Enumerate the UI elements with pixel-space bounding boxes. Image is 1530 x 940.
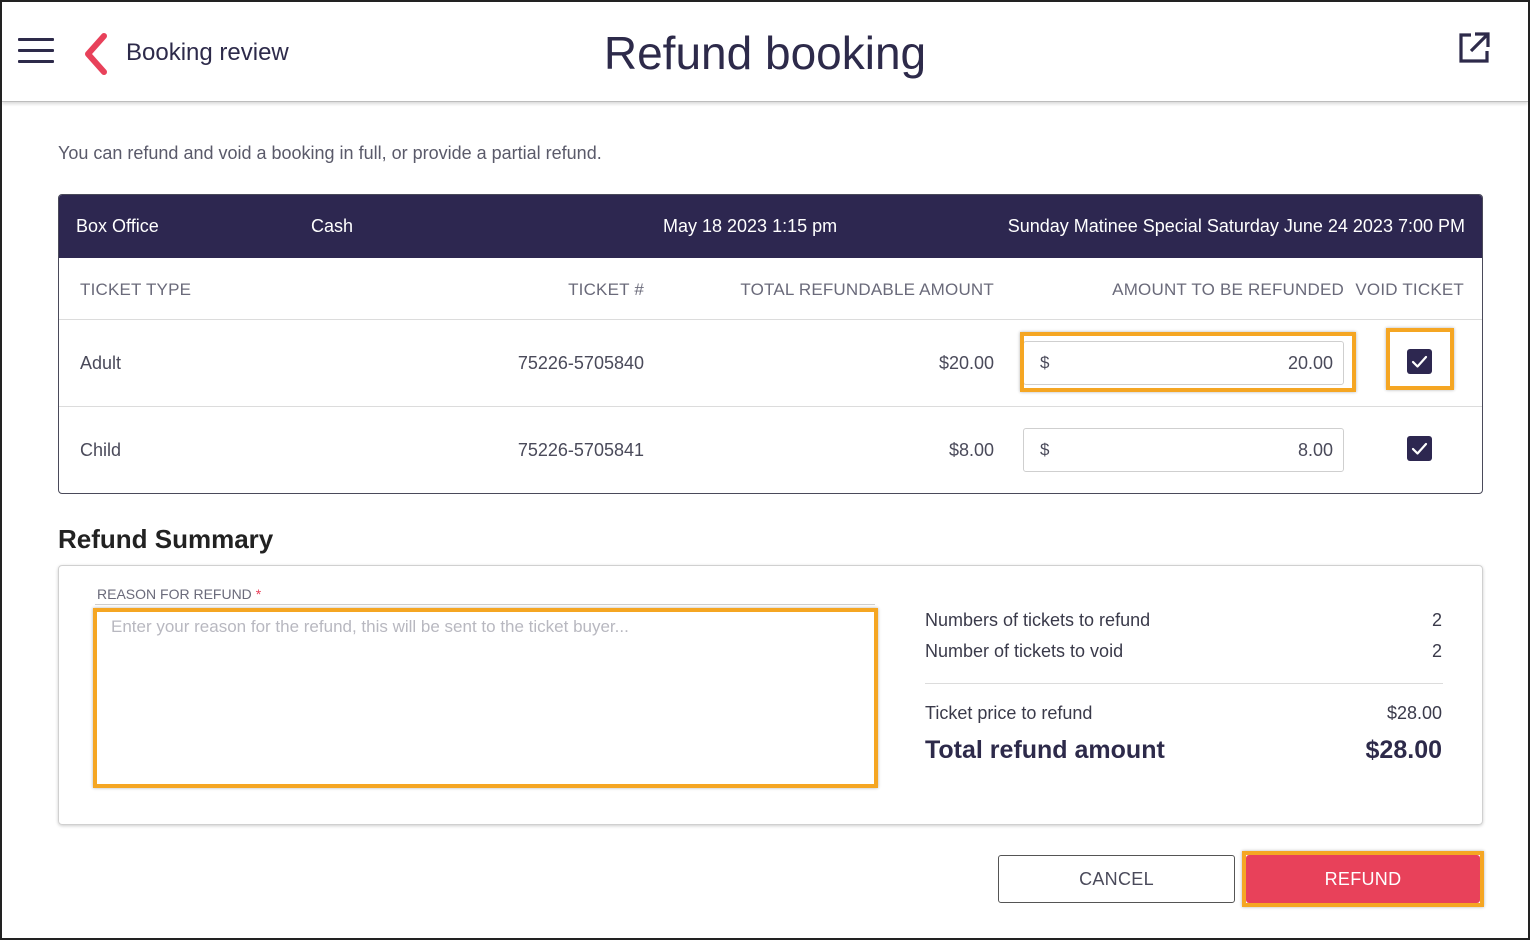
- table-row: Adult 75226-5705840 $20.00 $ 20.00: [59, 320, 1482, 407]
- currency-symbol: $: [1040, 353, 1050, 372]
- ticket-type: Adult: [80, 353, 122, 373]
- booking-event: Sunday Matinee Special Saturday June 24 …: [1007, 216, 1465, 236]
- booking-header: Box Office Cash May 18 2023 1:15 pm Sund…: [59, 195, 1482, 258]
- tickets-refund-label: Numbers of tickets to refund: [925, 610, 1151, 630]
- required-mark: *: [255, 586, 262, 602]
- reason-textarea[interactable]: [95, 604, 875, 786]
- price-label: Ticket price to refund: [925, 703, 1093, 723]
- open-external-icon[interactable]: [1456, 30, 1492, 66]
- reason-label: REASON FOR REFUND *: [97, 586, 261, 602]
- col-void-ticket: VOID TICKET: [1355, 280, 1464, 299]
- ticket-number: 75226-5705841: [517, 440, 644, 460]
- booking-table: Box Office Cash May 18 2023 1:15 pm Sund…: [58, 194, 1483, 494]
- tickets-refund-value: 2: [1431, 610, 1442, 630]
- checkmark-icon: [1411, 355, 1428, 368]
- table-column-headers: TICKET TYPE TICKET # TOTAL REFUNDABLE AM…: [59, 258, 1482, 320]
- intro-text: You can refund and void a booking in ful…: [58, 143, 602, 163]
- currency-symbol: $: [1040, 440, 1050, 459]
- refund-amount-value[interactable]: 8.00: [1298, 440, 1333, 461]
- refund-summary-card: REASON FOR REFUND * Numbers of tickets t…: [58, 565, 1483, 825]
- void-ticket-checkbox[interactable]: [1407, 436, 1432, 461]
- ticket-type: Child: [80, 440, 122, 460]
- total-value: $28.00: [1365, 736, 1442, 764]
- summary-title: Refund Summary: [58, 524, 274, 554]
- booking-payment-method: Cash: [311, 216, 354, 236]
- refund-amount-input[interactable]: $ 20.00: [1023, 341, 1344, 385]
- reason-label-text: REASON FOR REFUND: [97, 586, 252, 602]
- page-title: Refund booking: [603, 27, 927, 79]
- col-ticket-type: TICKET TYPE: [80, 280, 192, 299]
- refund-amount-input[interactable]: $ 8.00: [1023, 428, 1344, 472]
- price-value: $28.00: [1386, 703, 1442, 723]
- refundable-amount: $20.00: [938, 353, 994, 373]
- tickets-void-label: Number of tickets to void: [925, 641, 1124, 661]
- booking-location: Box Office: [76, 216, 159, 236]
- refund-amount-value[interactable]: 20.00: [1288, 353, 1333, 374]
- booking-date: May 18 2023 1:15 pm: [663, 216, 838, 236]
- ticket-number: 75226-5705840: [517, 353, 644, 373]
- app-header: Booking review Refund booking: [2, 2, 1528, 102]
- total-label: Total refund amount: [925, 736, 1165, 764]
- checkmark-icon: [1411, 442, 1428, 455]
- table-row: Child 75226-5705841 $8.00 $ 8.00: [59, 407, 1482, 493]
- tickets-void-value: 2: [1431, 641, 1442, 661]
- summary-divider: [925, 683, 1443, 684]
- void-ticket-checkbox[interactable]: [1407, 349, 1432, 374]
- refund-button[interactable]: REFUND: [1246, 855, 1480, 903]
- col-amount-to-refund: AMOUNT TO BE REFUNDED: [1112, 280, 1344, 299]
- col-refundable-amount: TOTAL REFUNDABLE AMOUNT: [740, 280, 994, 299]
- cancel-button[interactable]: CANCEL: [998, 855, 1235, 903]
- col-ticket-number: TICKET #: [568, 280, 644, 299]
- refundable-amount: $8.00: [948, 440, 994, 460]
